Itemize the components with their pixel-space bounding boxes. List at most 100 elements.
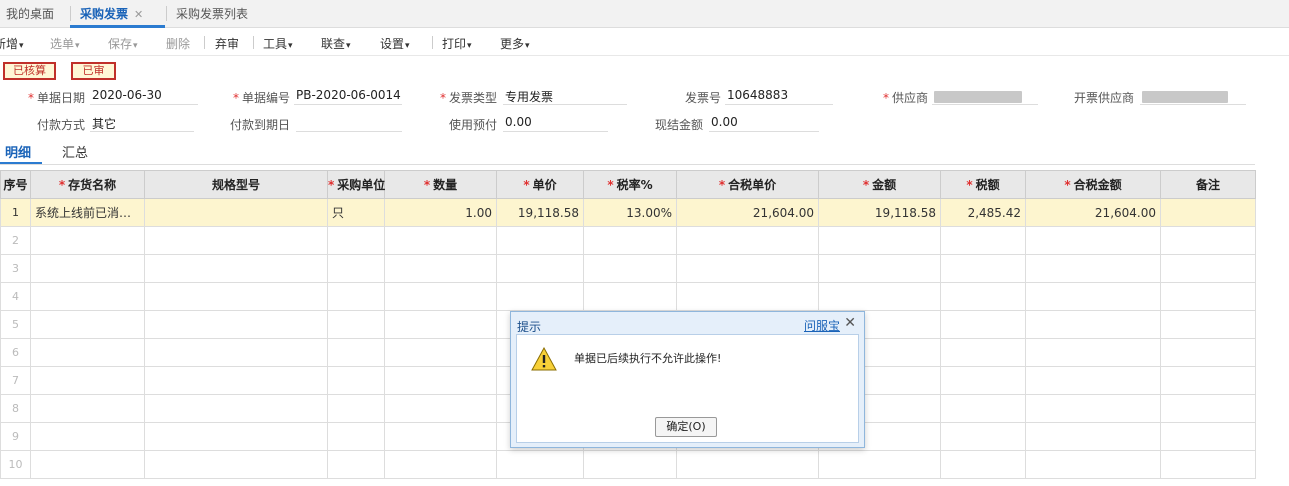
empty-cell[interactable] xyxy=(496,226,584,255)
empty-cell[interactable] xyxy=(384,282,497,311)
empty-cell[interactable] xyxy=(30,338,145,367)
cell-amount[interactable]: 19,118.58 xyxy=(818,198,941,227)
empty-cell[interactable] xyxy=(30,282,145,311)
tab-my-desktop[interactable]: 我的桌面 xyxy=(6,5,54,22)
empty-cell[interactable] xyxy=(1025,310,1161,339)
empty-cell[interactable] xyxy=(676,450,819,479)
empty-cell[interactable] xyxy=(496,450,584,479)
unaudit-button[interactable]: 弃审 xyxy=(215,35,239,52)
empty-cell[interactable] xyxy=(30,254,145,283)
cell-spec[interactable] xyxy=(144,198,328,227)
empty-cell[interactable] xyxy=(1160,310,1256,339)
empty-cell[interactable] xyxy=(384,394,497,423)
empty-cell[interactable] xyxy=(144,422,328,451)
empty-cell[interactable] xyxy=(1025,422,1161,451)
table-row[interactable]: 1 系统上线前已消… 只 1.00 19,118.58 13.00% 21,60… xyxy=(0,198,1256,227)
column-header[interactable]: 序号 xyxy=(0,170,31,199)
empty-cell[interactable] xyxy=(583,254,677,283)
column-header[interactable]: * 数量 xyxy=(384,170,497,199)
empty-cell[interactable] xyxy=(1160,338,1256,367)
empty-cell[interactable] xyxy=(144,310,328,339)
empty-cell[interactable] xyxy=(496,254,584,283)
print-button[interactable]: 打印▾ xyxy=(442,35,472,52)
empty-cell[interactable] xyxy=(1160,366,1256,395)
empty-cell[interactable] xyxy=(583,282,677,311)
empty-cell[interactable] xyxy=(940,282,1026,311)
empty-cell[interactable] xyxy=(327,226,385,255)
issuer-field[interactable] xyxy=(1140,88,1246,105)
empty-cell[interactable] xyxy=(30,450,145,479)
empty-cell[interactable] xyxy=(327,450,385,479)
empty-cell[interactable] xyxy=(940,366,1026,395)
empty-cell[interactable] xyxy=(1160,450,1256,479)
empty-cell[interactable] xyxy=(384,338,497,367)
empty-cell[interactable] xyxy=(384,366,497,395)
new-button[interactable]: 新增▾ xyxy=(0,35,24,52)
cell-note[interactable] xyxy=(1160,198,1256,227)
cell-tax[interactable]: 2,485.42 xyxy=(940,198,1026,227)
empty-cell[interactable] xyxy=(30,422,145,451)
column-header[interactable]: * 单价 xyxy=(496,170,584,199)
cash-field[interactable]: 0.00 xyxy=(709,115,819,132)
empty-cell[interactable] xyxy=(940,422,1026,451)
date-field[interactable]: 2020-06-30 xyxy=(90,88,198,105)
paymethod-field[interactable]: 其它 xyxy=(90,115,194,132)
empty-cell[interactable] xyxy=(583,226,677,255)
tab-purchase-invoice[interactable]: 采购发票 ✕ xyxy=(80,5,143,22)
empty-cell[interactable] xyxy=(144,366,328,395)
delete-button[interactable]: 删除 xyxy=(166,35,190,52)
column-header[interactable]: * 采购单位 xyxy=(327,170,385,199)
column-header[interactable]: 备注 xyxy=(1160,170,1256,199)
cell-name[interactable]: 系统上线前已消… xyxy=(30,198,145,227)
column-header[interactable]: 规格型号 xyxy=(144,170,328,199)
empty-cell[interactable] xyxy=(940,338,1026,367)
invtype-field[interactable]: 专用发票 xyxy=(503,88,627,105)
empty-cell[interactable] xyxy=(940,226,1026,255)
empty-cell[interactable] xyxy=(1025,282,1161,311)
empty-cell[interactable] xyxy=(1160,226,1256,255)
cell-qty[interactable]: 1.00 xyxy=(384,198,497,227)
empty-cell[interactable] xyxy=(1025,366,1161,395)
empty-cell[interactable] xyxy=(1160,282,1256,311)
empty-cell[interactable] xyxy=(384,450,497,479)
empty-cell[interactable] xyxy=(818,254,941,283)
empty-cell[interactable] xyxy=(384,226,497,255)
empty-cell[interactable] xyxy=(30,226,145,255)
empty-cell[interactable] xyxy=(144,394,328,423)
column-header[interactable]: * 合税金额 xyxy=(1025,170,1161,199)
cell-total[interactable]: 21,604.00 xyxy=(1025,198,1161,227)
save-button[interactable]: 保存▾ xyxy=(108,35,138,52)
table-row[interactable]: 3 xyxy=(0,254,1256,283)
table-row[interactable]: 4 xyxy=(0,282,1256,311)
empty-cell[interactable] xyxy=(940,394,1026,423)
empty-cell[interactable] xyxy=(384,310,497,339)
cell-price[interactable]: 19,118.58 xyxy=(496,198,584,227)
empty-cell[interactable] xyxy=(818,226,941,255)
invno-field[interactable]: 10648883 xyxy=(725,88,833,105)
empty-cell[interactable] xyxy=(1160,422,1256,451)
settings-button[interactable]: 设置▾ xyxy=(380,35,410,52)
empty-cell[interactable] xyxy=(327,422,385,451)
column-header[interactable]: * 存货名称 xyxy=(30,170,145,199)
empty-cell[interactable] xyxy=(327,366,385,395)
table-row[interactable]: 2 xyxy=(0,226,1256,255)
empty-cell[interactable] xyxy=(327,394,385,423)
cell-rate[interactable]: 13.00% xyxy=(583,198,677,227)
empty-cell[interactable] xyxy=(940,310,1026,339)
empty-cell[interactable] xyxy=(327,338,385,367)
select-doc-button[interactable]: 选单▾ xyxy=(50,35,80,52)
empty-cell[interactable] xyxy=(676,254,819,283)
query-button[interactable]: 联查▾ xyxy=(321,35,351,52)
empty-cell[interactable] xyxy=(1025,394,1161,423)
empty-cell[interactable] xyxy=(144,282,328,311)
help-link[interactable]: 问服宝 xyxy=(804,317,840,334)
docno-field[interactable]: PB-2020-06-0014 xyxy=(294,88,402,105)
empty-cell[interactable] xyxy=(327,282,385,311)
empty-cell[interactable] xyxy=(327,310,385,339)
empty-cell[interactable] xyxy=(144,450,328,479)
column-header[interactable]: * 金额 xyxy=(818,170,941,199)
tools-button[interactable]: 工具▾ xyxy=(263,35,293,52)
column-header[interactable]: * 税率% xyxy=(583,170,677,199)
empty-cell[interactable] xyxy=(818,282,941,311)
empty-cell[interactable] xyxy=(144,254,328,283)
